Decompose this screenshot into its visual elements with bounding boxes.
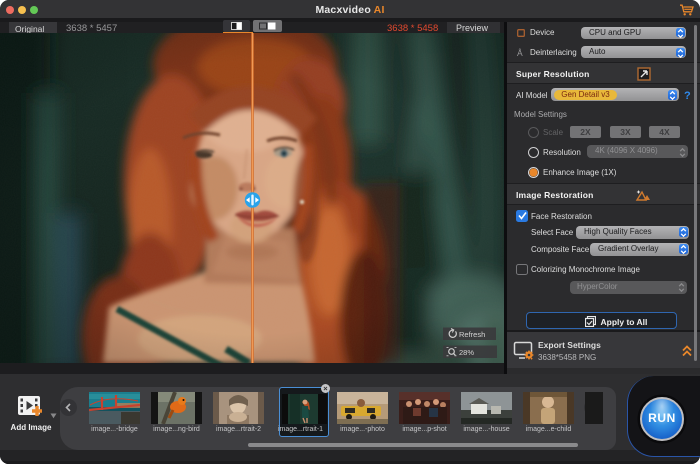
svg-text:Refresh: Refresh bbox=[459, 330, 485, 339]
svg-text:28%: 28% bbox=[459, 348, 474, 357]
